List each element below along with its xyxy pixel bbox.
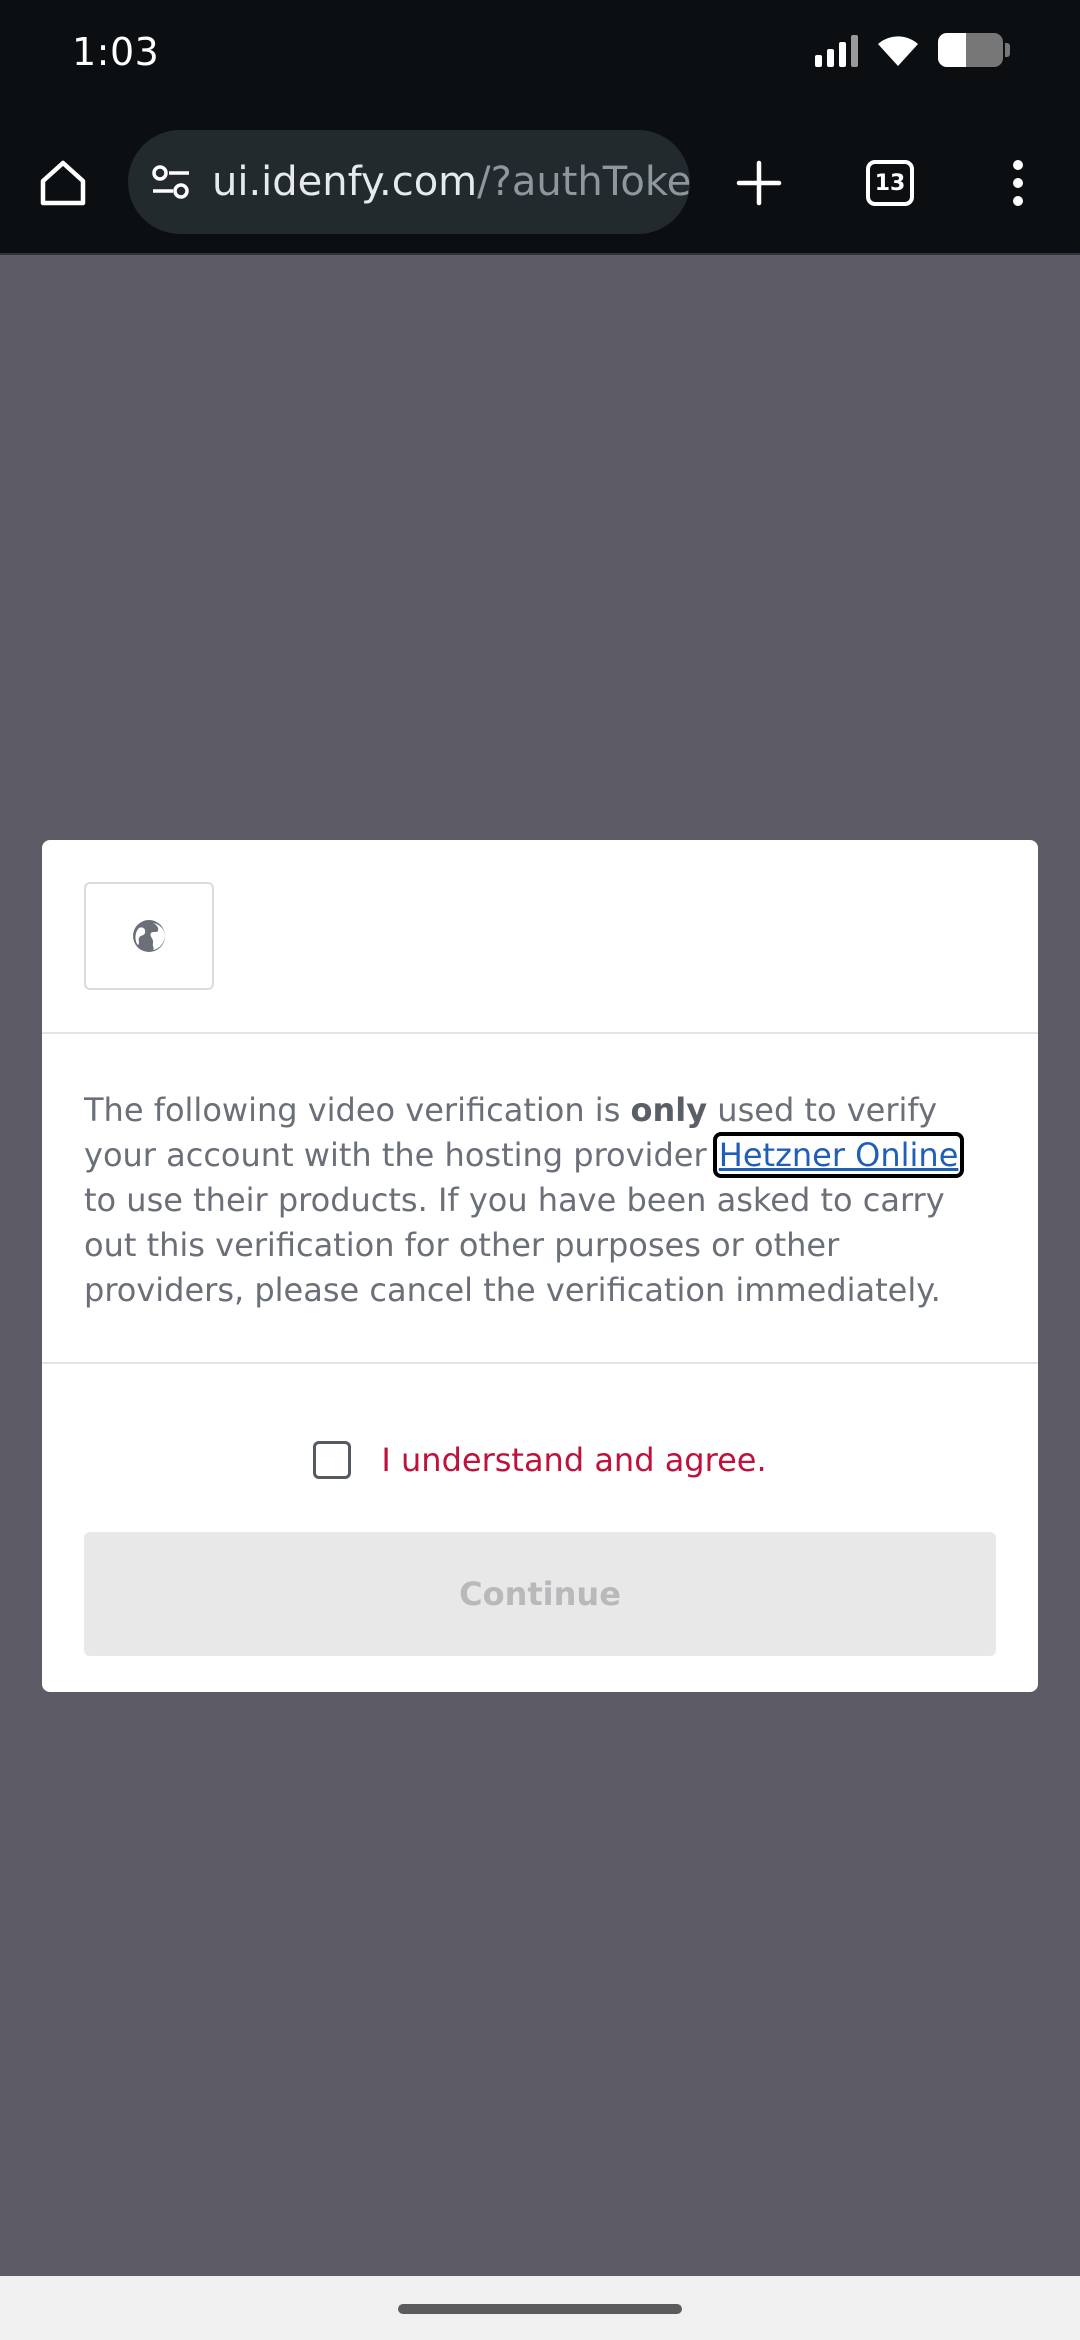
status-time: 1:03: [72, 30, 160, 74]
site-settings-button[interactable]: [148, 159, 194, 205]
tabs-icon[interactable]: 13: [866, 160, 914, 206]
url-host: ui.idenfy.com: [212, 159, 478, 205]
language-button[interactable]: [84, 882, 214, 990]
gesture-handle[interactable]: [398, 2304, 682, 2314]
status-icons: [815, 32, 1010, 68]
globe-icon: [133, 920, 165, 952]
url-path: /?authToke: [477, 159, 690, 205]
new-tab-button[interactable]: [726, 150, 792, 216]
agree-checkbox[interactable]: [313, 1441, 352, 1479]
verification-dialog: The following video verification is only…: [42, 840, 1038, 1692]
continue-button[interactable]: Continue: [84, 1532, 996, 1656]
plus-icon: [736, 160, 782, 206]
wifi-icon: [878, 36, 918, 66]
dialog-header: [42, 840, 1038, 1034]
address-bar[interactable]: ui.idenfy.com/?authToke: [128, 130, 690, 234]
signal-icon: [815, 33, 858, 67]
menu-icon[interactable]: [990, 150, 1046, 216]
agree-row[interactable]: I understand and agree.: [42, 1432, 1038, 1488]
url-text[interactable]: ui.idenfy.com/?authToke: [212, 159, 690, 205]
tune-icon: [152, 165, 189, 199]
status-bar: 1:03: [0, 0, 1080, 110]
battery-icon: [938, 33, 1010, 67]
dialog-body: The following video verification is only…: [42, 1034, 1038, 1364]
home-button[interactable]: [30, 150, 96, 216]
browser-toolbar: ui.idenfy.com/?authToke 13: [0, 110, 1080, 255]
hetzner-online-link[interactable]: Hetzner Online: [712, 1132, 965, 1178]
gesture-nav-area: [0, 2276, 1080, 2340]
verification-notice: The following video verification is only…: [84, 1091, 965, 1309]
agree-label[interactable]: I understand and agree.: [381, 1441, 766, 1479]
home-icon: [40, 160, 86, 206]
